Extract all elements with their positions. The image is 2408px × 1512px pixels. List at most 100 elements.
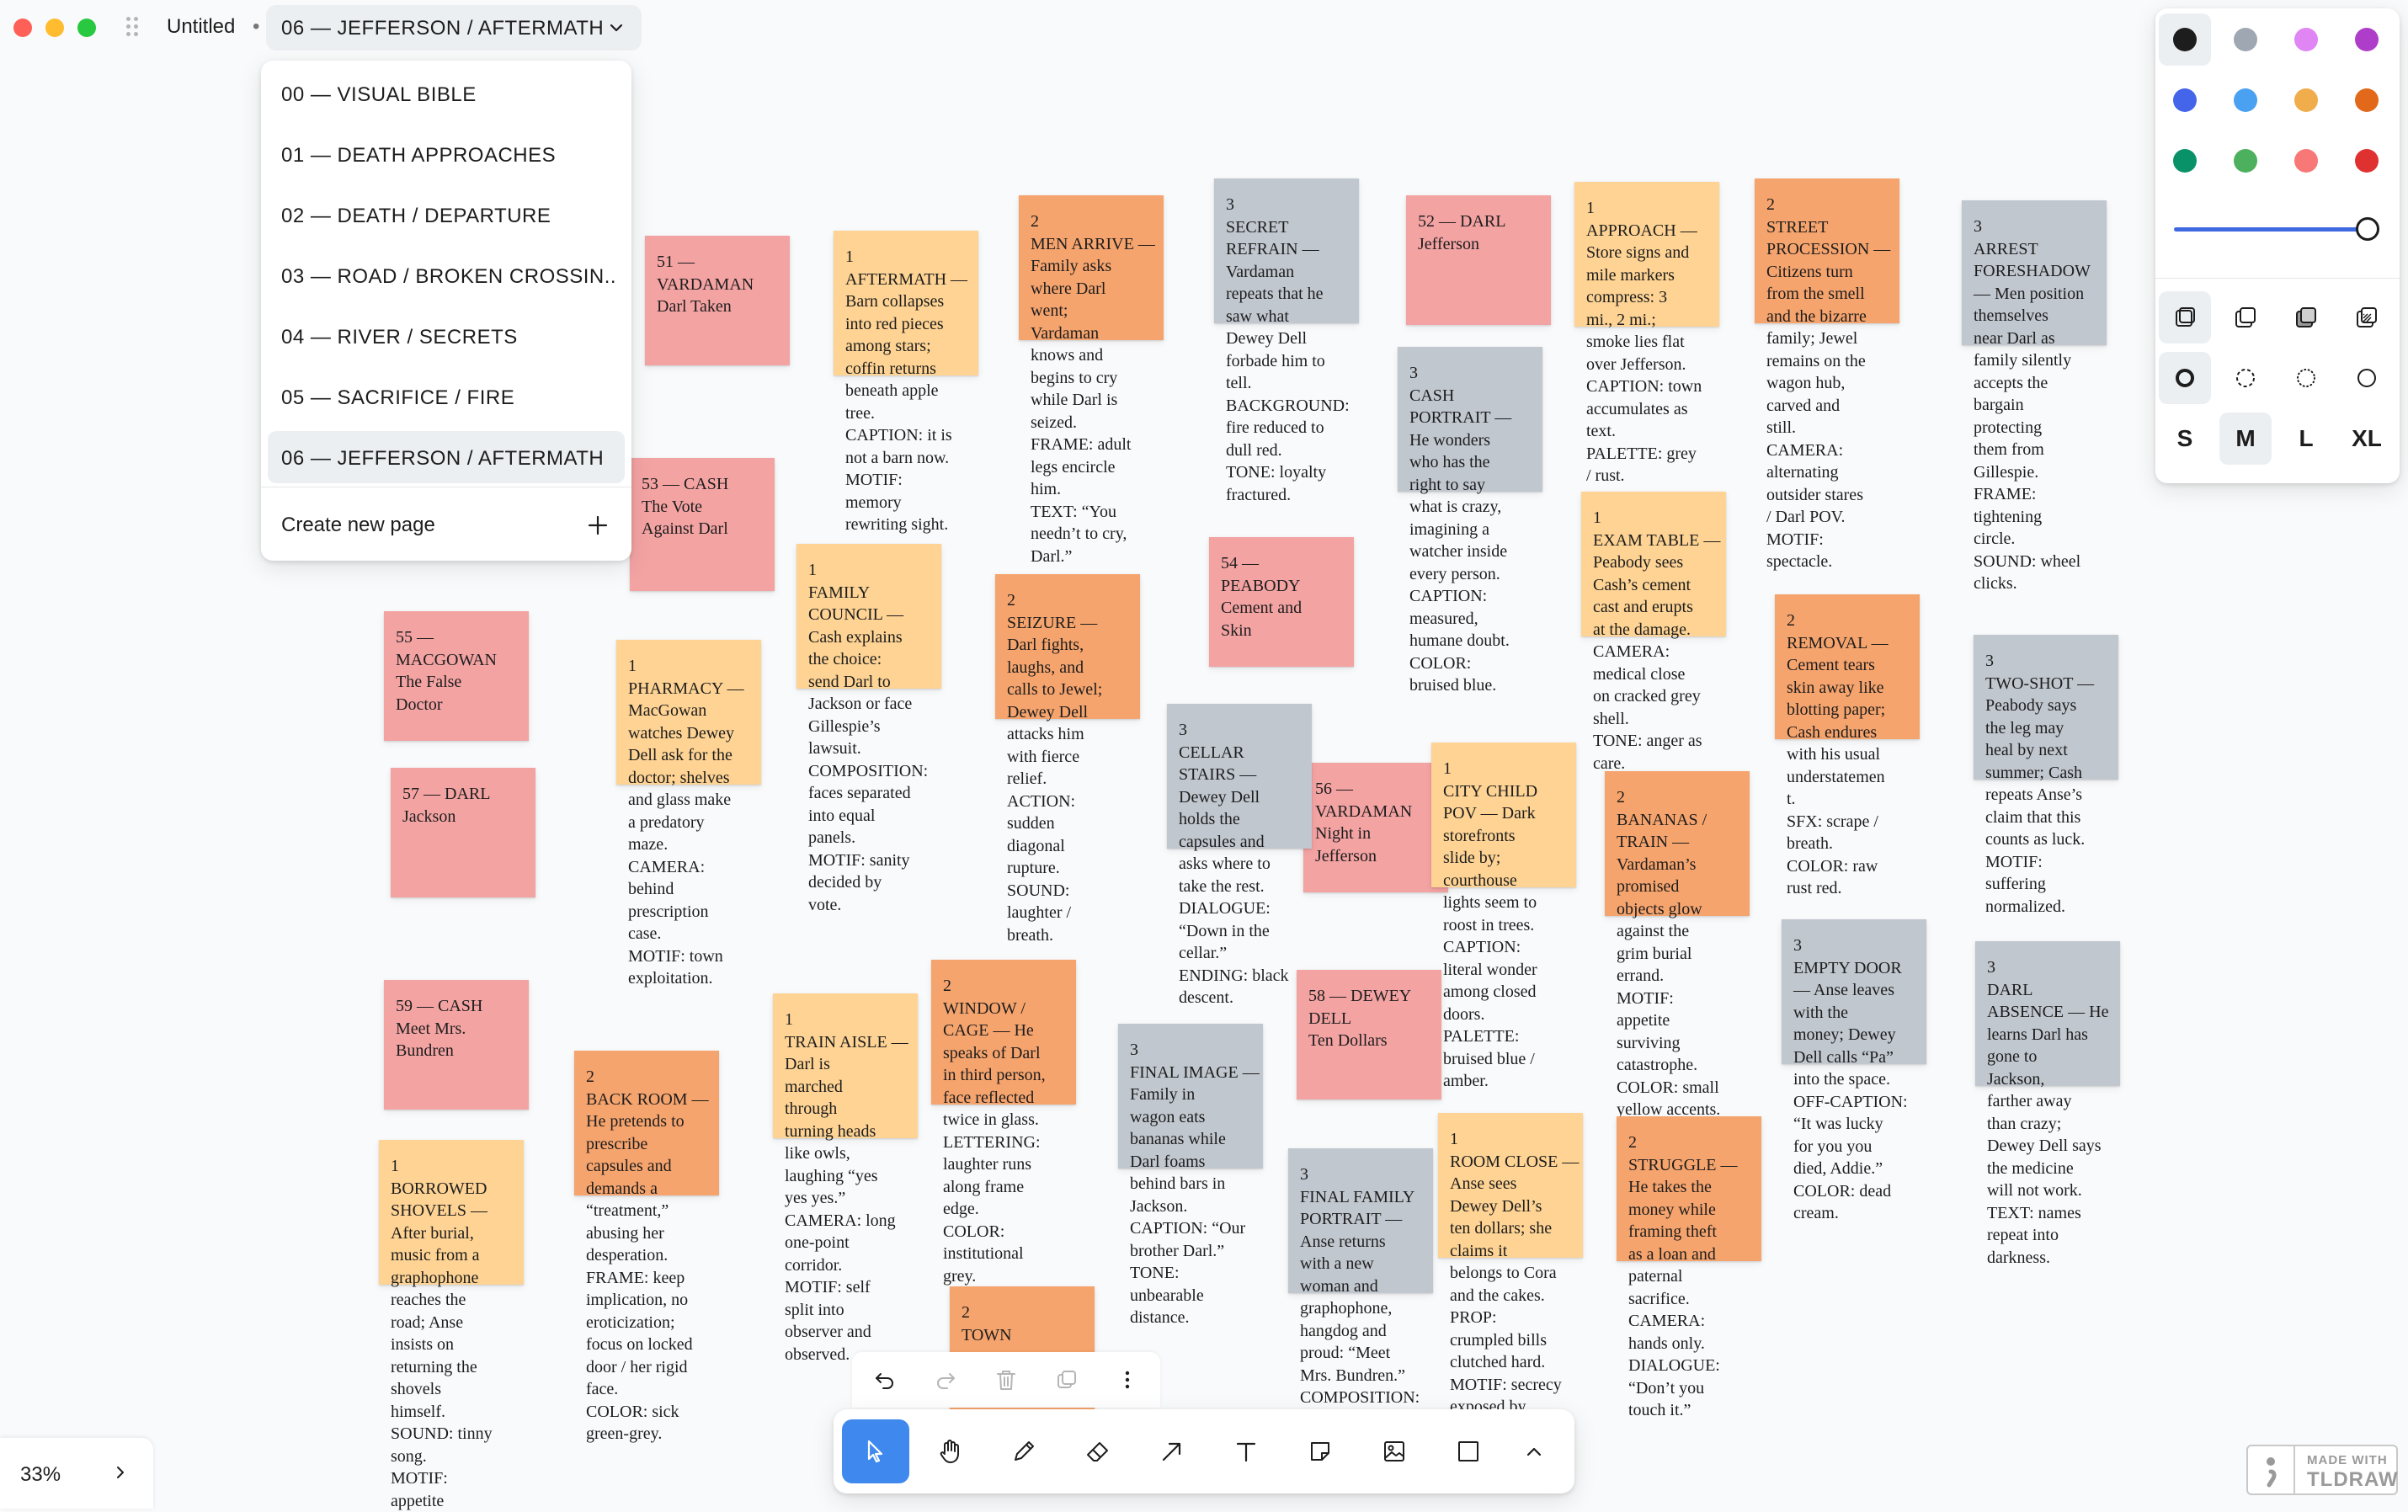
- sticky-note[interactable]: 1 EXAM TABLE — Peabody sees Cash’s cemen…: [1581, 492, 1726, 773]
- color-swatch-button[interactable]: [2280, 135, 2332, 187]
- sticky-note[interactable]: 3 DARL ABSENCE — He learns Darl has gone…: [1975, 941, 2120, 1267]
- sticky-note[interactable]: 2 MEN ARRIVE — Family asks where Darl we…: [1019, 195, 1164, 566]
- sticky-note[interactable]: 1 AFTERMATH — Barn collapses into red pi…: [834, 231, 978, 534]
- sticky-note[interactable]: 2 BACK ROOM — He pretends to prescribe c…: [574, 1051, 719, 1443]
- more-tools-button[interactable]: [1500, 1419, 1568, 1483]
- sticky-note[interactable]: 2 SEIZURE — Darl fights, laughs, and cal…: [995, 574, 1140, 945]
- panel-divider: [2155, 278, 2400, 279]
- page-item-road-broken-crossing[interactable]: 03 — ROAD / BROKEN CROSSIN...: [268, 249, 625, 301]
- text-tool[interactable]: [1212, 1419, 1280, 1483]
- fill-pattern-button[interactable]: [2341, 291, 2393, 343]
- page-item-sacrifice-fire[interactable]: 05 — SACRIFICE / FIRE: [268, 370, 625, 423]
- sticky-note[interactable]: 1 TRAIN AISLE — Darl is marched through …: [773, 993, 918, 1364]
- sticky-note[interactable]: 1 ROOM CLOSE — Anse sees Dewey Dell’s te…: [1438, 1113, 1583, 1416]
- sticky-note[interactable]: 57 — DARL Jackson: [391, 768, 535, 897]
- color-swatch-button[interactable]: [2219, 13, 2272, 66]
- dash-dotted-button[interactable]: [2280, 352, 2332, 404]
- sticky-note[interactable]: 1 FAMILY COUNCIL — Cash explains the cho…: [796, 544, 941, 914]
- sticky-note[interactable]: 2 WINDOW / CAGE — He speaks of Darl in t…: [931, 960, 1076, 1286]
- sticky-note[interactable]: 52 — DARL Jefferson: [1406, 195, 1551, 325]
- tldraw-logo-icon: [2248, 1446, 2295, 1493]
- create-new-page-button[interactable]: Create new page: [281, 514, 435, 537]
- color-swatch-button[interactable]: [2341, 74, 2393, 126]
- sticky-note[interactable]: 53 — CASH The Vote Against Darl: [630, 458, 775, 591]
- fill-none-button[interactable]: [2159, 291, 2211, 343]
- chevron-right-icon[interactable]: [111, 1463, 130, 1482]
- sticky-note[interactable]: 51 — VARDAMAN Darl Taken: [645, 236, 790, 365]
- size-l-button[interactable]: L: [2280, 413, 2332, 465]
- tldraw-watermark[interactable]: MADE WITH TLDRAW: [2246, 1445, 2398, 1495]
- duplicate-icon[interactable]: [1054, 1367, 1079, 1392]
- draw-tool[interactable]: [990, 1419, 1057, 1483]
- dash-dashed-icon: [2236, 369, 2255, 387]
- dash-solid-button[interactable]: [2341, 352, 2393, 404]
- color-swatch-button[interactable]: [2280, 13, 2332, 66]
- sticky-note[interactable]: 2 REMOVAL — Cement tears skin away like …: [1775, 594, 1920, 897]
- sticky-note-text: 53 — CASH The Vote Against Darl: [642, 475, 729, 538]
- sticky-note[interactable]: 3 CASH PORTRAIT — He wonders who has the…: [1398, 347, 1542, 695]
- fill-solid-button[interactable]: [2280, 291, 2332, 343]
- page-item-death-approaches[interactable]: 01 — DEATH APPROACHES: [268, 128, 625, 180]
- color-swatch-button[interactable]: [2341, 135, 2393, 187]
- select-tool[interactable]: [842, 1419, 909, 1483]
- page-item-label: 04 — RIVER / SECRETS: [281, 326, 518, 349]
- opacity-slider-thumb[interactable]: [2356, 217, 2379, 241]
- sticky-note[interactable]: 59 — CASH Meet Mrs. Bundren: [384, 980, 529, 1110]
- color-swatch-button[interactable]: [2341, 13, 2393, 66]
- page-item-death-departure[interactable]: 02 — DEATH / DEPARTURE: [268, 189, 625, 241]
- color-swatch: [2234, 88, 2257, 112]
- sticky-note-text: 2 TOWN: [962, 1303, 1012, 1344]
- undo-icon[interactable]: [872, 1367, 898, 1392]
- color-swatch-button[interactable]: [2159, 74, 2211, 126]
- size-s-button[interactable]: S: [2159, 413, 2211, 465]
- zoom-level: 33%: [20, 1463, 61, 1486]
- note-tool[interactable]: [1287, 1419, 1354, 1483]
- dash-draw-button[interactable]: [2159, 352, 2211, 404]
- more-icon[interactable]: [1115, 1367, 1140, 1392]
- sticky-note-text: 3 FINAL FAMILY PORTRAIT — Anse returns w…: [1300, 1165, 1420, 1407]
- sticky-note[interactable]: 3 EMPTY DOOR — Anse leaves with the mone…: [1782, 919, 1926, 1222]
- color-swatch-button[interactable]: [2219, 74, 2272, 126]
- fill-semi-button[interactable]: [2219, 291, 2272, 343]
- sticky-note[interactable]: 3 SECRET REFRAIN — Vardaman repeats that…: [1214, 178, 1359, 504]
- dash-dashed-button[interactable]: [2219, 352, 2272, 404]
- sticky-note[interactable]: 2 STRUGGLE — He takes the money while fr…: [1617, 1116, 1761, 1419]
- hand-tool[interactable]: [916, 1419, 983, 1483]
- page-item-visual-bible[interactable]: 00 — VISUAL BIBLE: [268, 67, 625, 120]
- zoom-menu-button[interactable]: 33%: [0, 1438, 153, 1509]
- redo-icon[interactable]: [933, 1367, 958, 1392]
- size-m-button[interactable]: M: [2219, 413, 2272, 465]
- sticky-note-text: 2 BANANAS / TRAIN — Vardaman’s promised …: [1617, 788, 1721, 1119]
- opacity-slider-track[interactable]: [2174, 227, 2368, 232]
- sticky-note[interactable]: 3 FINAL IMAGE — Family in wagon eats ban…: [1118, 1024, 1263, 1327]
- color-swatch-button[interactable]: [2280, 74, 2332, 126]
- arrow-tool[interactable]: [1138, 1419, 1206, 1483]
- sticky-note-text: 3 EMPTY DOOR — Anse leaves with the mone…: [1793, 936, 1908, 1222]
- page-item-jefferson-aftermath[interactable]: 06 — JEFFERSON / AFTERMATH: [268, 431, 625, 483]
- rectangle-tool[interactable]: [1435, 1419, 1502, 1483]
- sticky-note[interactable]: 1 CITY CHILD POV — Dark storefronts slid…: [1431, 743, 1576, 1090]
- sticky-note[interactable]: 3 TWO-SHOT — Peabody says the leg may he…: [1974, 635, 2118, 916]
- sticky-note[interactable]: 3 CELLAR STAIRS — Dewey Dell holds the c…: [1167, 704, 1312, 1007]
- sticky-note[interactable]: 1 APPROACH — Store signs and mile marker…: [1574, 182, 1719, 485]
- color-swatch-button[interactable]: [2219, 135, 2272, 187]
- image-tool[interactable]: [1361, 1419, 1428, 1483]
- sticky-note[interactable]: 1 BORROWED SHOVELS — After burial, music…: [379, 1140, 524, 1510]
- trash-icon[interactable]: [994, 1367, 1019, 1392]
- sticky-note[interactable]: 54 — PEABODY Cement and Skin: [1209, 537, 1354, 667]
- color-swatch-button[interactable]: [2159, 135, 2211, 187]
- sticky-note[interactable]: 1 PHARMACY — MacGowan watches Dewey Dell…: [616, 640, 761, 988]
- color-swatch-button[interactable]: [2159, 13, 2211, 66]
- sticky-note[interactable]: 2 BANANAS / TRAIN — Vardaman’s promised …: [1605, 771, 1750, 1119]
- plus-icon[interactable]: [586, 514, 610, 537]
- watermark-small-text: MADE WITH: [2307, 1453, 2388, 1467]
- eraser-tool-icon: [1087, 1442, 1108, 1461]
- page-item-river-secrets[interactable]: 04 — RIVER / SECRETS: [268, 310, 625, 362]
- sticky-note[interactable]: 3 FINAL FAMILY PORTRAIT — Anse returns w…: [1288, 1148, 1433, 1407]
- size-xl-button[interactable]: XL: [2341, 413, 2393, 465]
- sticky-note[interactable]: 3 ARREST FORESHADOW — Men position thems…: [1962, 200, 2107, 593]
- style-panel: S M L XL: [2155, 8, 2400, 483]
- sticky-note[interactable]: 55 — MACGOWAN The False Doctor: [384, 611, 529, 741]
- eraser-tool[interactable]: [1064, 1419, 1132, 1483]
- sticky-note[interactable]: 2 STREET PROCESSION — Citizens turn from…: [1755, 178, 1899, 571]
